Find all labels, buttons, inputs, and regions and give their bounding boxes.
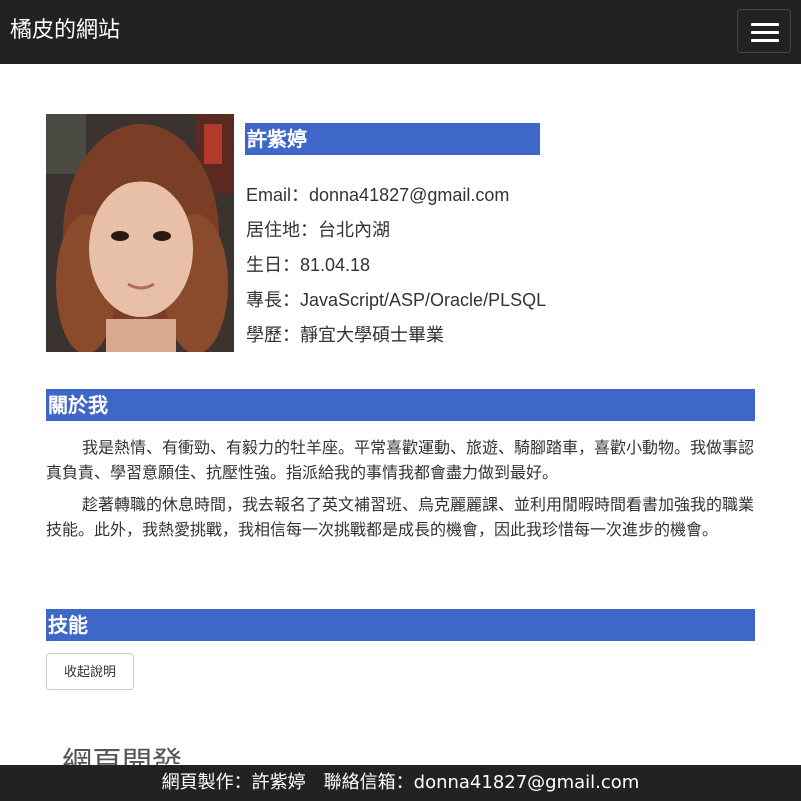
footer-author: 網頁製作：許紫婷 bbox=[161, 772, 306, 793]
about-paragraph: 我是熱情、有衝勁、有毅力的牡羊座。平常喜歡運動、旅遊、騎腳踏車，喜歡小動物。我做… bbox=[46, 438, 755, 482]
portrait-illustration bbox=[46, 114, 234, 352]
about-text: 我是熱情、有衝勁、有毅力的牡羊座。平常喜歡運動、旅遊、騎腳踏車，喜歡小動物。我做… bbox=[46, 435, 755, 549]
profile-photo bbox=[46, 114, 234, 352]
footer-contact: 聯絡信箱：donna41827@gmail.com bbox=[323, 772, 640, 793]
profile-name-heading: 許紫婷 bbox=[245, 123, 540, 155]
info-education: 學歷：靜宜大學碩士畢業 bbox=[246, 325, 444, 345]
hamburger-menu-icon bbox=[751, 39, 779, 42]
hamburger-menu-icon bbox=[751, 31, 779, 34]
skills-heading: 技能 bbox=[46, 609, 755, 641]
top-navbar: 橘皮的網站 bbox=[0, 0, 801, 64]
site-brand[interactable]: 橘皮的網站 bbox=[10, 16, 120, 46]
info-birthday: 生日：81.04.18 bbox=[246, 255, 371, 275]
collapse-description-button[interactable]: 收起說明 bbox=[46, 653, 134, 690]
info-skills: 專長：JavaScript/ASP/Oracle/PLSQL bbox=[246, 290, 547, 310]
profile-info-list: Email：donna41827@gmail.com 居住地：台北內湖 生日：8… bbox=[246, 182, 546, 357]
page-footer: 網頁製作：許紫婷 聯絡信箱：donna41827@gmail.com bbox=[0, 765, 801, 801]
about-heading: 關於我 bbox=[46, 389, 755, 421]
about-paragraph: 趁著轉職的休息時間，我去報名了英文補習班、烏克麗麗課、並利用閒暇時間看書加強我的… bbox=[46, 495, 755, 539]
hamburger-menu-button[interactable] bbox=[737, 9, 791, 53]
hamburger-menu-icon bbox=[751, 23, 779, 26]
info-residence: 居住地：台北內湖 bbox=[246, 220, 390, 240]
info-email: Email：donna41827@gmail.com bbox=[246, 185, 510, 205]
